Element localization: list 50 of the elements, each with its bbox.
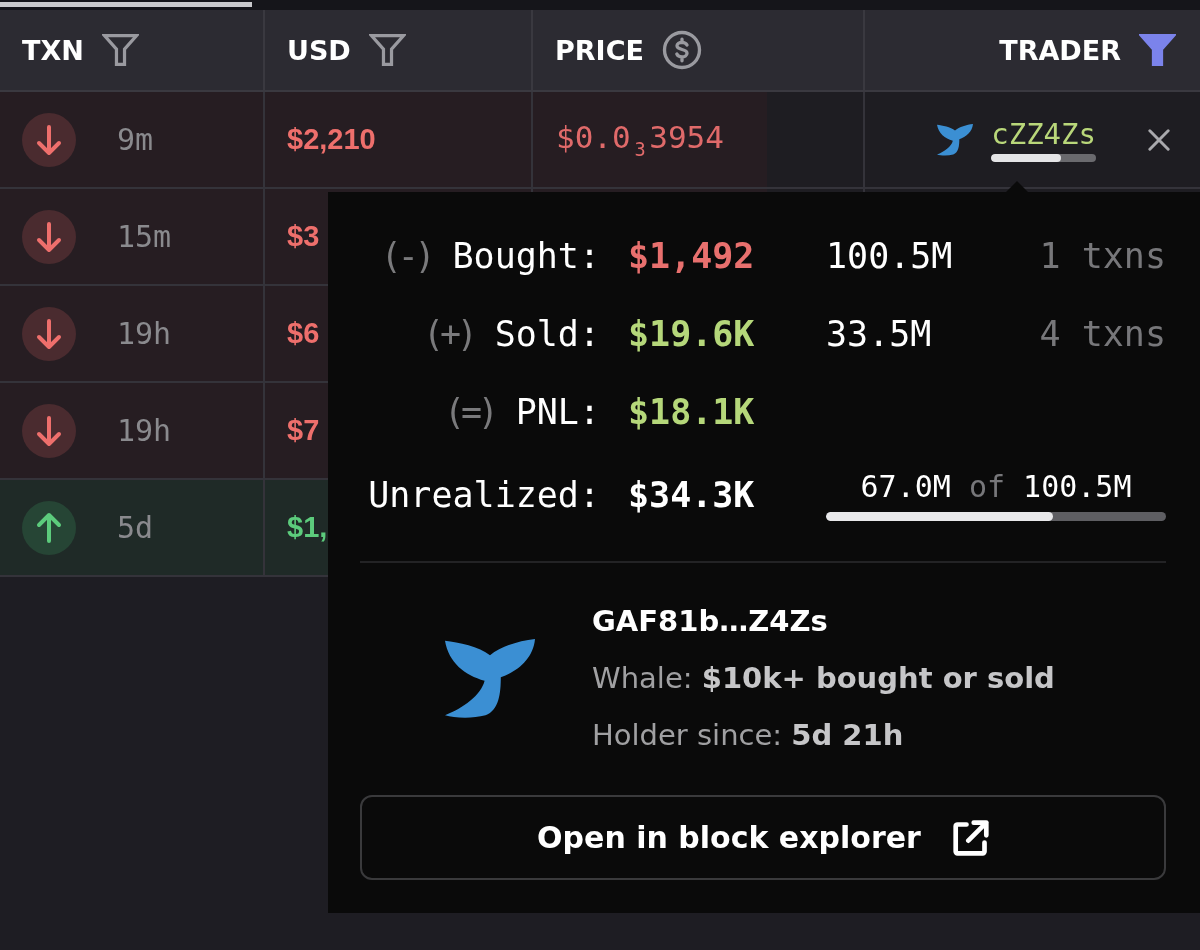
age-text: 19h	[117, 413, 172, 448]
stat-value: $18.1K	[628, 391, 756, 434]
info-line: Whale: $10k+ bought or sold	[592, 660, 1055, 697]
age-text: 19h	[117, 316, 172, 351]
filter-icon[interactable]	[1139, 33, 1176, 67]
sign-label: (=)	[444, 391, 495, 434]
arrow-down-icon	[22, 403, 76, 458]
filter-icon[interactable]	[101, 33, 139, 67]
stat-label: Sold:	[494, 313, 600, 356]
dollar-circle-icon[interactable]	[661, 30, 702, 70]
age-text: 5d	[117, 510, 154, 545]
wallet-address: GAF81b…Z4Zs	[592, 603, 829, 640]
usd-amount: $7	[287, 414, 320, 447]
token-amount: 33.5M	[826, 313, 933, 356]
usd-amount: $3	[287, 220, 320, 253]
stat-label: Unrealized:	[368, 473, 600, 517]
stat-value: $34.3K	[628, 473, 756, 517]
filter-icon[interactable]	[368, 33, 406, 67]
sign-label: (-)	[380, 235, 432, 278]
price-text: $0.0$_{3}$3954	[556, 119, 724, 160]
external-link-icon	[952, 819, 989, 856]
column-title: TXN	[22, 34, 84, 66]
column-title: USD	[287, 34, 351, 66]
whale-tail-icon	[937, 123, 974, 156]
arrow-down-icon	[22, 112, 76, 167]
txn-count: 1 txns	[1039, 235, 1166, 278]
token-amount: 100.5M	[826, 235, 954, 278]
arrow-down-icon	[22, 209, 76, 264]
usd-amount: $2,210	[287, 123, 376, 156]
block-explorer-button[interactable]: Open in block explorer	[360, 795, 1166, 880]
arrow-up-icon	[22, 500, 76, 555]
stat-value: $1,492	[628, 235, 756, 278]
txn-count: 4 txns	[1039, 313, 1166, 356]
stat-value: $19.6K	[628, 313, 756, 356]
stat-label: Bought:	[452, 235, 600, 278]
age-text: 9m	[117, 122, 154, 157]
whale-tail-icon	[445, 638, 535, 719]
arrow-down-icon	[22, 306, 76, 361]
info-line: Holder since: 5d 21h	[592, 717, 905, 754]
age-text: 15m	[117, 219, 172, 254]
column-title: TRADER	[999, 34, 1121, 66]
scrollbar-thumb[interactable]	[0, 2, 252, 7]
column-title: PRICE	[555, 34, 644, 66]
holding-readout: 67.0M of 100.5M	[859, 468, 1133, 506]
stat-label: PNL:	[515, 391, 600, 434]
usd-amount: $1,	[287, 511, 328, 544]
close-icon[interactable]	[1148, 128, 1170, 151]
usd-amount: $6	[287, 317, 320, 350]
trader-link[interactable]: cZZ4Zs	[991, 117, 1096, 150]
sign-label: (+)	[423, 313, 474, 356]
